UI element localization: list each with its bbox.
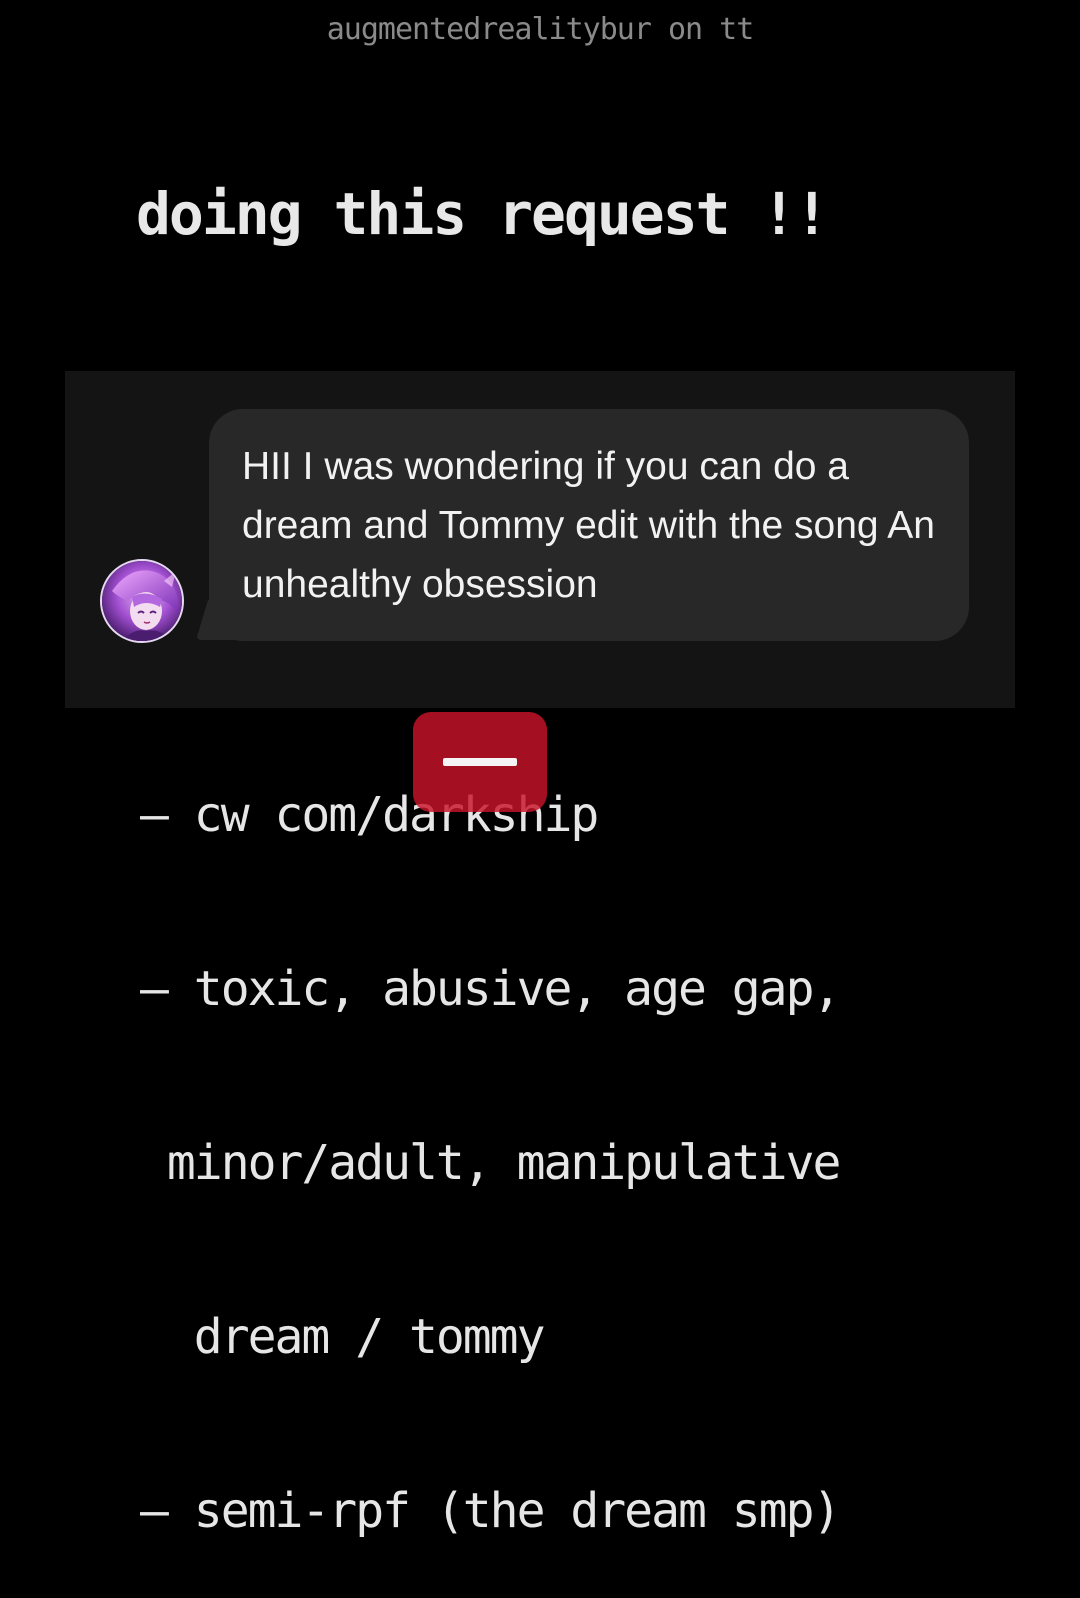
warning-line: — toxic, abusive, age gap,: [140, 961, 841, 1017]
warning-line: dream / tommy: [140, 1309, 546, 1365]
warning-line: — semi-rpf (the dream smp): [140, 1483, 841, 1539]
play-overlay-button[interactable]: [413, 712, 547, 812]
headline: doing this request !!: [136, 180, 829, 248]
watermark: augmentedrealitybur on tt: [326, 12, 755, 47]
message-text: HII I was wondering if you can do a drea…: [242, 445, 935, 606]
warning-line: minor/adult, manipulative: [140, 1135, 841, 1191]
anime-character-avatar-icon[interactable]: [100, 559, 184, 643]
minus-icon: [443, 758, 517, 766]
